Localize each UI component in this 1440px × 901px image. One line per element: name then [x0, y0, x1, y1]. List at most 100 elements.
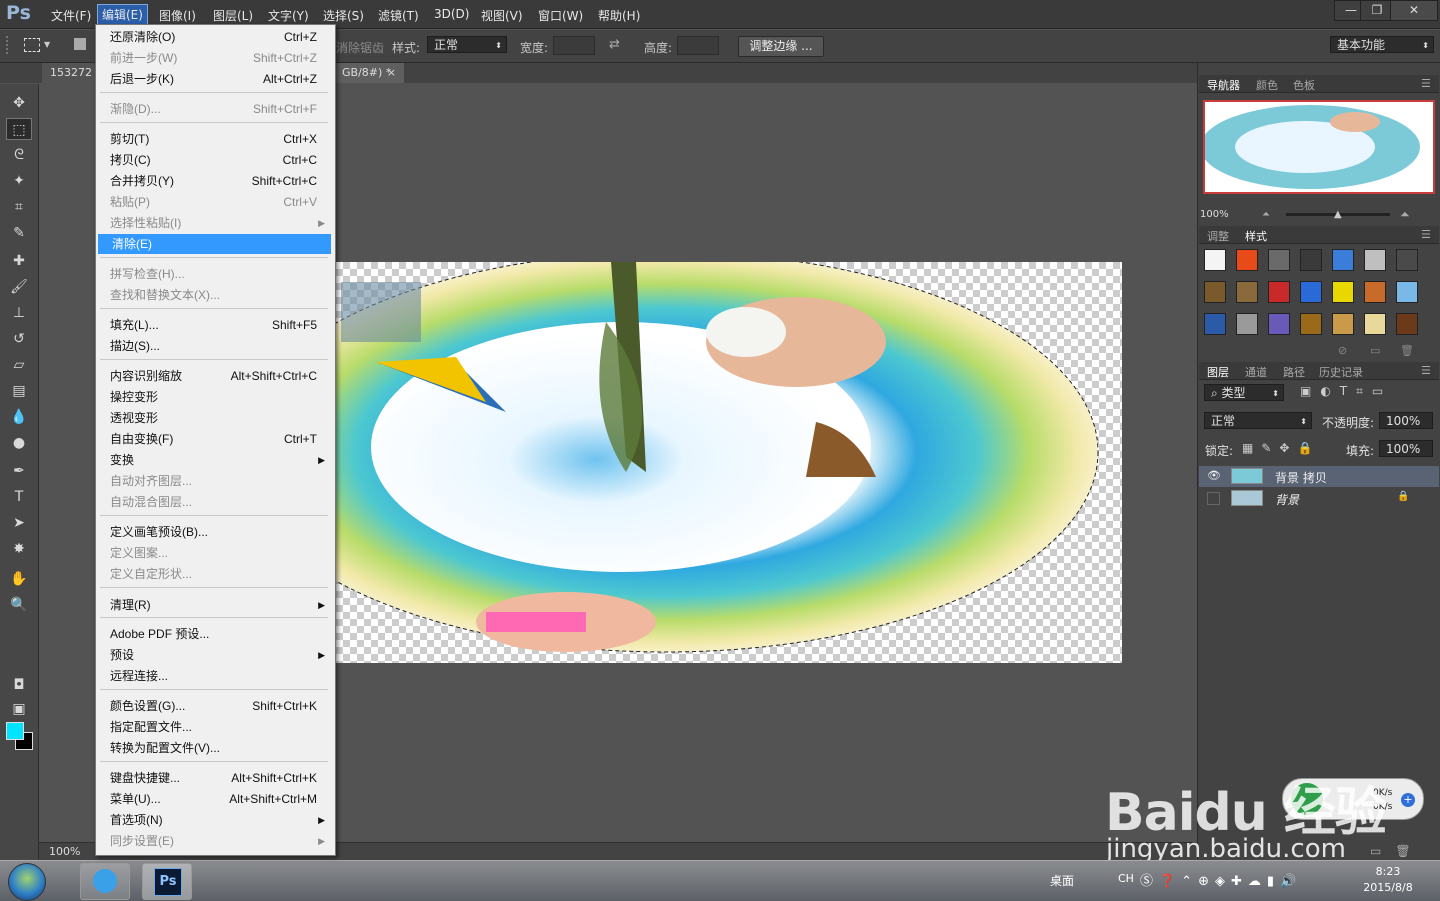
navigator-thumbnail[interactable]: [1203, 100, 1435, 194]
start-button[interactable]: [8, 863, 46, 901]
tray-icons[interactable]: Ⓢ❓⌃⊕◈✚☁▮🔊: [1140, 870, 1302, 889]
tab-paths[interactable]: 路径: [1283, 364, 1305, 380]
foreground-color-swatch[interactable]: [6, 722, 24, 740]
edit-menu-item[interactable]: 远程连接...: [96, 666, 331, 686]
edit-menu-item[interactable]: 颜色设置(G)... Shift+Ctrl+K: [96, 696, 331, 716]
custom-shape-tool-icon[interactable]: ✸: [6, 538, 32, 560]
menu-10[interactable]: 帮助(H): [594, 6, 644, 25]
close-tab-icon[interactable]: ×: [387, 63, 396, 83]
style-swatch[interactable]: [1236, 249, 1258, 271]
tab-navigator[interactable]: 导航器: [1207, 77, 1240, 93]
style-swatch[interactable]: [1332, 249, 1354, 271]
eyedropper-tool-icon[interactable]: ✎: [6, 222, 32, 244]
edit-menu-item[interactable]: 清理(R) ▶: [96, 595, 331, 615]
edit-menu-item[interactable]: 自由变换(F) Ctrl+T: [96, 429, 331, 449]
fill-field[interactable]: 100%: [1379, 440, 1433, 457]
document-tab-1[interactable]: 153272: [42, 63, 96, 83]
edit-menu-item[interactable]: 清除(E): [98, 234, 331, 254]
clear-style-icon[interactable]: ⊘: [1338, 344, 1347, 357]
gradient-tool-icon[interactable]: ▤: [6, 380, 32, 402]
menu-5[interactable]: 选择(S): [319, 6, 368, 25]
magic-wand-tool-icon[interactable]: ✦: [6, 170, 32, 192]
layer-row-background[interactable]: 背景 🔒: [1199, 488, 1439, 509]
style-swatch[interactable]: [1364, 249, 1386, 271]
edit-menu-item[interactable]: 指定配置文件...: [96, 717, 331, 737]
zoom-tool-icon[interactable]: 🔍: [6, 594, 32, 616]
edit-menu-item[interactable]: 菜单(U)... Alt+Shift+Ctrl+M: [96, 789, 331, 809]
style-swatch[interactable]: [1268, 281, 1290, 303]
style-swatch[interactable]: [1300, 281, 1322, 303]
tab-styles[interactable]: 样式: [1245, 228, 1267, 244]
layer-name[interactable]: 背景: [1275, 491, 1299, 508]
edit-menu-item[interactable]: 剪切(T) Ctrl+X: [96, 129, 331, 149]
edit-menu-item[interactable]: 转换为配置文件(V)...: [96, 738, 331, 758]
layer-filter-icons[interactable]: ▣◐T⌗▭: [1300, 384, 1392, 399]
style-swatch[interactable]: [1332, 313, 1354, 335]
style-swatch[interactable]: [1396, 249, 1418, 271]
history-brush-tool-icon[interactable]: ↺: [6, 328, 32, 350]
style-swatch[interactable]: [1204, 249, 1226, 271]
edit-menu-item[interactable]: 后退一步(K) Alt+Ctrl+Z: [96, 69, 331, 89]
edit-menu-item[interactable]: 拷贝(C) Ctrl+C: [96, 150, 331, 170]
visibility-toggle[interactable]: [1207, 492, 1220, 505]
tab-color[interactable]: 颜色: [1256, 77, 1278, 93]
width-field[interactable]: [553, 36, 595, 55]
panel-menu-icon[interactable]: ☰: [1421, 228, 1431, 241]
zoom-slider-thumb-icon[interactable]: ▲: [1334, 209, 1342, 220]
navigator-zoom[interactable]: 100%: [1200, 209, 1229, 220]
edit-menu-item[interactable]: 定义画笔预设(B)...: [96, 522, 331, 542]
menu-1[interactable]: 编辑(E): [97, 4, 148, 25]
ime-indicator[interactable]: CH: [1118, 872, 1134, 885]
style-swatch[interactable]: [1364, 281, 1386, 303]
move-tool-icon[interactable]: ✥: [6, 92, 32, 114]
tab-swatches[interactable]: 色板: [1293, 77, 1315, 93]
lock-icons[interactable]: ▦✎✥🔒: [1242, 441, 1320, 455]
menu-7[interactable]: 3D(D): [430, 6, 473, 22]
edit-menu-item[interactable]: 填充(L)... Shift+F5: [96, 315, 331, 335]
edit-menu-item[interactable]: 首选项(N) ▶: [96, 810, 331, 830]
menu-2[interactable]: 图像(I): [155, 6, 200, 25]
chevron-down-icon[interactable]: ▼: [44, 40, 50, 49]
layer-row-background-copy[interactable]: 👁 背景 拷贝: [1199, 466, 1439, 487]
refine-edge-button[interactable]: 调整边缘 ...: [738, 36, 824, 57]
clone-stamp-tool-icon[interactable]: ⊥: [6, 302, 32, 324]
dodge-tool-icon[interactable]: ●: [6, 432, 32, 454]
layer-footer-icons[interactable]: ▭🗑: [1370, 844, 1425, 858]
path-selection-tool-icon[interactable]: ➤: [6, 512, 32, 534]
rect-marquee-tool-icon[interactable]: ⬚: [6, 118, 32, 140]
type-tool-icon[interactable]: T: [6, 486, 32, 508]
taskbar-app-photoshop[interactable]: Ps: [142, 863, 192, 900]
taskbar-app-browser[interactable]: [80, 863, 130, 900]
style-swatch[interactable]: [1332, 281, 1354, 303]
pen-tool-icon[interactable]: ✒: [6, 460, 32, 482]
style-swatch[interactable]: [1236, 313, 1258, 335]
style-swatch[interactable]: [1364, 313, 1386, 335]
new-selection-icon[interactable]: [74, 38, 86, 50]
panel-menu-icon[interactable]: ☰: [1421, 77, 1431, 90]
tab-channels[interactable]: 通道: [1245, 364, 1267, 380]
style-swatch[interactable]: [1396, 313, 1418, 335]
edit-menu-item[interactable]: Adobe PDF 预设...: [96, 624, 331, 644]
menu-0[interactable]: 文件(F): [47, 6, 95, 25]
style-swatch[interactable]: [1268, 249, 1290, 271]
edit-menu-item[interactable]: 变换 ▶: [96, 450, 331, 470]
brush-tool-icon[interactable]: 🖌: [6, 276, 32, 298]
desktop-toolbar-label[interactable]: 桌面: [1050, 872, 1074, 889]
style-select[interactable]: 正常 ⬍: [427, 36, 507, 53]
lasso-tool-icon[interactable]: ᘓ: [6, 144, 32, 166]
marquee-preset-icon[interactable]: [24, 38, 40, 52]
plus-icon[interactable]: +: [1401, 793, 1415, 807]
style-swatch[interactable]: [1204, 281, 1226, 303]
image-canvas[interactable]: [336, 262, 1122, 663]
eye-icon[interactable]: 👁: [1207, 469, 1221, 482]
edit-menu-item[interactable]: 透视变形: [96, 408, 331, 428]
style-swatch[interactable]: [1300, 249, 1322, 271]
blur-tool-icon[interactable]: 💧: [6, 406, 32, 428]
screen-mode-icon[interactable]: ▣: [6, 698, 32, 720]
style-swatch[interactable]: [1204, 313, 1226, 335]
swap-icon[interactable]: ⇄: [609, 37, 620, 52]
edit-menu-item[interactable]: 操控变形: [96, 387, 331, 407]
tab-layers[interactable]: 图层: [1207, 364, 1229, 380]
height-field[interactable]: [677, 36, 719, 55]
edit-menu-item[interactable]: 还原清除(O) Ctrl+Z: [96, 27, 331, 47]
